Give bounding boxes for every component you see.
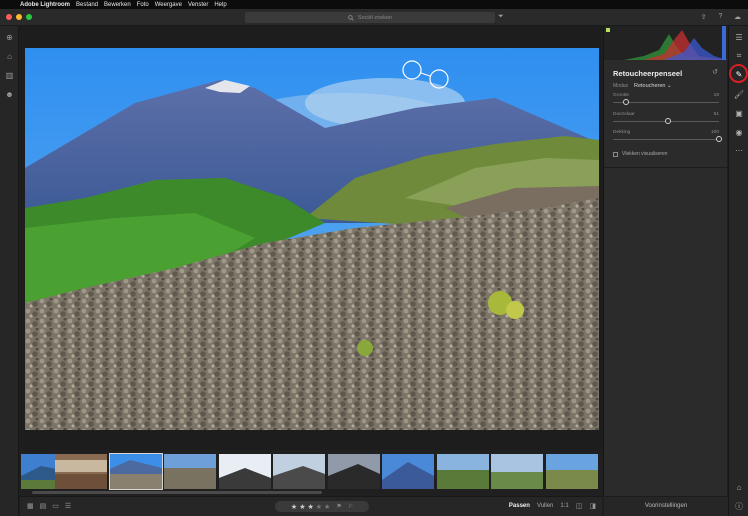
help-icon[interactable]: ? — [716, 12, 725, 21]
menu-item-bestand[interactable]: Bestand — [76, 2, 98, 8]
menu-item-weergave[interactable]: Weergave — [155, 2, 182, 8]
zoom-button[interactable] — [26, 14, 32, 20]
mode-value: Retoucheren — [634, 82, 666, 89]
filmstrip-thumb[interactable] — [219, 454, 271, 489]
filmstrip-thumb[interactable] — [491, 454, 543, 489]
menu-app-name[interactable]: Adobe Lightroom — [20, 2, 70, 8]
mode-dropdown[interactable]: Retoucheren ⌄ — [634, 83, 672, 89]
visualize-spots-checkbox[interactable]: Vlekken visualiseren — [613, 151, 668, 157]
cloud-icon[interactable]: ☁ — [733, 12, 742, 21]
minimize-button[interactable] — [16, 14, 22, 20]
window-controls — [6, 14, 32, 20]
slider-knob[interactable] — [665, 118, 672, 124]
search-input[interactable]: Sociël zoeken — [245, 12, 495, 23]
panel-divider — [604, 167, 728, 168]
slider-knob[interactable] — [716, 136, 722, 142]
slider-knob[interactable] — [622, 99, 629, 105]
presets-label: Voorinstellingen — [644, 503, 688, 509]
info-icon[interactable]: ⓘ — [733, 500, 745, 512]
filmstrip-thumb-selected[interactable] — [109, 453, 163, 490]
square-grid-icon[interactable]: ▤ — [40, 502, 47, 510]
edit-panel-icon[interactable]: ☰ — [733, 31, 745, 43]
filmstrip-thumb[interactable] — [382, 454, 434, 489]
bottom-toolbar: ▦ ▤ ▭ ☰ ★ ★ ★ ★ ★ ⚑ ⚐ Passen Vullen 1:1 … — [20, 496, 602, 516]
menu-item-foto[interactable]: Foto — [137, 2, 149, 8]
photo-canvas — [20, 26, 602, 450]
slider-value[interactable]: 18 — [714, 93, 719, 98]
slider-track[interactable] — [613, 102, 719, 103]
rating-control[interactable]: ★ ★ ★ ★ ★ ⚑ ⚐ — [275, 501, 369, 512]
add-photos-icon[interactable]: ⊕ — [4, 32, 15, 43]
slider-label: Doezelaar — [613, 112, 635, 117]
star-icon[interactable]: ★ — [307, 503, 313, 511]
filmstrip-thumb[interactable] — [164, 454, 216, 489]
visualize-label: Vlekken visualiseren — [622, 151, 668, 157]
linear-gradient-icon[interactable]: ▣ — [733, 107, 745, 119]
right-rail: ☰ ⌗ ✎ 🖌 ▣ ◉ ⋯ ⌂ ⓘ — [728, 26, 748, 516]
filter-icon[interactable]: ⏷ — [498, 13, 504, 21]
filmstrip-thumb[interactable] — [546, 454, 598, 489]
reset-icon[interactable]: ↺ — [712, 68, 718, 76]
slider-label: Grootte — [613, 93, 629, 98]
presets-button[interactable]: Voorinstellingen — [604, 496, 728, 516]
filmstrip-scrollbar[interactable] — [32, 491, 322, 494]
reject-flag-icon[interactable]: ⚐ — [348, 503, 353, 510]
detail-view-icon[interactable]: ▭ — [52, 502, 59, 510]
fill-button[interactable]: Vullen — [537, 503, 553, 509]
home-icon[interactable]: ⌂ — [4, 51, 15, 62]
brush-icon[interactable]: 🖌 — [733, 88, 745, 100]
star-icon[interactable]: ★ — [291, 503, 297, 511]
mode-label: Modus — [613, 83, 629, 89]
filmstrip-thumb[interactable] — [328, 454, 380, 489]
left-rail: ⊕ ⌂ ▥ ☻ — [0, 26, 19, 516]
healing-brush-icon[interactable]: ✎ — [733, 68, 745, 80]
search-placeholder: Sociël zoeken — [357, 14, 393, 21]
main-photo[interactable] — [25, 48, 599, 430]
library-icon[interactable]: ▥ — [4, 70, 15, 81]
search-icon — [348, 14, 354, 21]
tag-icon[interactable]: ⌂ — [733, 481, 745, 493]
menu-item-venster[interactable]: Venster — [188, 2, 208, 8]
radial-gradient-icon[interactable]: ◉ — [733, 126, 745, 138]
chevron-down-icon: ⌄ — [667, 82, 672, 89]
slider-value[interactable]: 100 — [711, 130, 719, 135]
grid-view-icon[interactable]: ▦ — [27, 502, 34, 510]
panel-title: Retoucheerpenseel — [613, 69, 683, 78]
clipping-indicator[interactable] — [606, 28, 610, 32]
ratio-button[interactable]: 1:1 — [560, 503, 568, 509]
share-icon[interactable]: ⇪ — [699, 12, 708, 21]
sort-icon[interactable]: ☰ — [65, 502, 71, 510]
slider-label: Dekking — [613, 130, 631, 135]
slider-value[interactable]: 51 — [714, 112, 719, 117]
menu-item-help[interactable]: Help — [214, 2, 226, 8]
histogram — [604, 26, 728, 60]
close-button[interactable] — [6, 14, 12, 20]
edit-panel: Retoucheerpenseel ↺ Modus Retoucheren ⌄ … — [603, 26, 728, 516]
filmstrip-thumb[interactable] — [437, 454, 489, 489]
crop-icon[interactable]: ⌗ — [733, 50, 745, 62]
flag-icon[interactable]: ⚑ — [336, 503, 341, 510]
filmstrip-thumb[interactable] — [55, 454, 107, 489]
compare-icon[interactable]: ◫ — [576, 502, 583, 510]
menu-bar: Adobe Lightroom Bestand Bewerken Foto We… — [0, 0, 748, 9]
fit-button[interactable]: Passen — [509, 503, 530, 509]
more-icon[interactable]: ⋯ — [733, 144, 745, 156]
slider-track[interactable] — [613, 139, 719, 140]
star-empty-icon[interactable]: ★ — [324, 503, 330, 511]
title-bar: Sociël zoeken ⏷ ⇪ ? ☁ — [0, 9, 748, 26]
filmstrip — [20, 450, 602, 496]
star-empty-icon[interactable]: ★ — [316, 503, 322, 511]
filmstrip-thumb[interactable] — [273, 454, 325, 489]
menu-item-bewerken[interactable]: Bewerken — [104, 2, 131, 8]
star-icon[interactable]: ★ — [299, 503, 305, 511]
checkbox-box[interactable] — [613, 151, 618, 157]
people-icon[interactable]: ☻ — [4, 89, 15, 100]
before-after-icon[interactable]: ◨ — [589, 502, 596, 510]
